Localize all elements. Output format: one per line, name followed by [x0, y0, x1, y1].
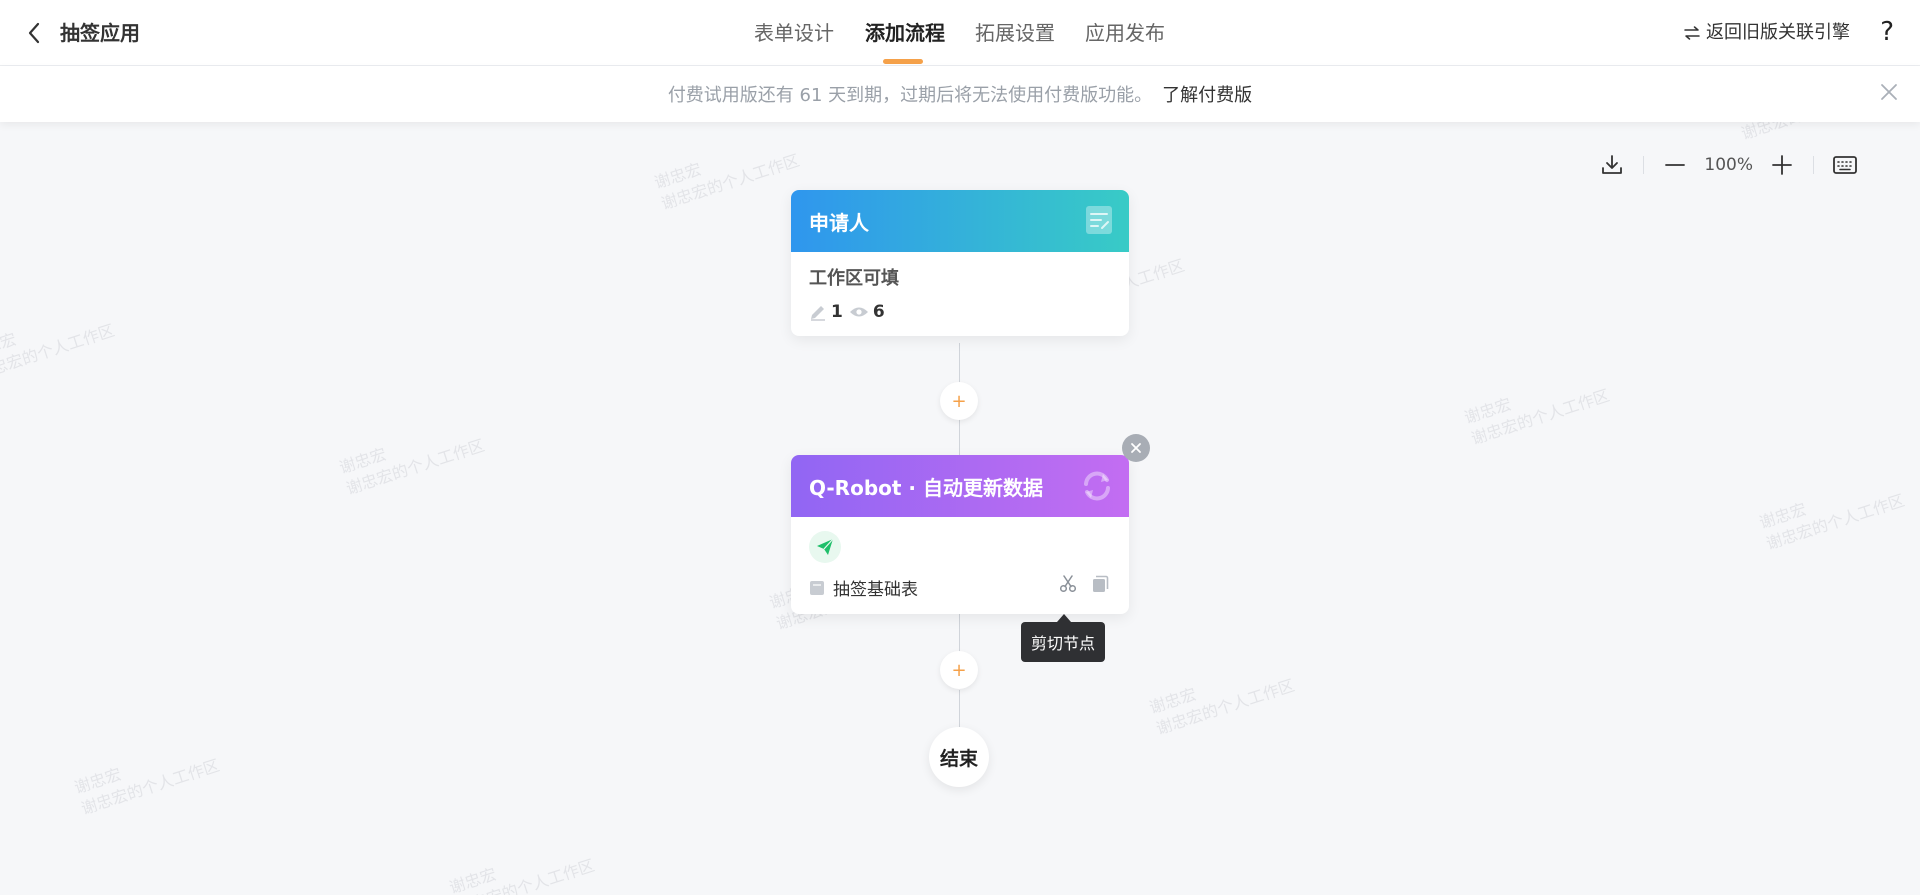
help-icon[interactable]: ?	[1880, 17, 1894, 47]
tab-extend-settings[interactable]: 拓展设置	[975, 20, 1055, 46]
tab-add-process[interactable]: 添加流程	[865, 20, 945, 46]
applicant-node-subtitle: 工作区可填	[809, 268, 899, 289]
plus-icon	[1772, 155, 1792, 175]
eye-icon	[849, 307, 868, 317]
active-tab-indicator	[883, 59, 923, 64]
paper-plane-icon	[809, 531, 841, 563]
refresh-icon	[1081, 470, 1113, 507]
add-node-button[interactable]: +	[940, 651, 978, 689]
keyboard-icon	[1833, 156, 1857, 174]
copy-node-button[interactable]	[1091, 575, 1109, 598]
swap-icon	[1684, 26, 1700, 40]
canvas-toolbar: 100%	[1597, 150, 1860, 180]
close-icon	[1881, 84, 1897, 100]
end-node: 结束	[929, 727, 989, 787]
zoom-out-button[interactable]	[1660, 150, 1690, 180]
flow-connector	[959, 690, 960, 727]
add-node-button[interactable]: +	[940, 382, 978, 420]
flow-connector	[959, 419, 960, 455]
watermark: 谢忠宏谢忠宏的个人工作区	[652, 150, 802, 214]
table-icon	[810, 580, 824, 595]
qrobot-node-body: 抽签基础表	[791, 517, 1129, 614]
download-button[interactable]	[1597, 150, 1627, 180]
zoom-in-button[interactable]	[1767, 150, 1797, 180]
tooltip-arrow	[1057, 614, 1071, 622]
toolbar-divider	[1813, 156, 1814, 174]
watermark: 谢忠宏谢忠宏的个人工作区	[1462, 385, 1612, 449]
watermark: 谢忠宏谢忠宏的个人工作区	[337, 435, 487, 499]
back-button[interactable]	[22, 20, 46, 46]
app-title: 抽签应用	[60, 21, 140, 45]
watermark: 谢忠宏谢忠宏的个人工作区	[1757, 490, 1907, 554]
keyboard-shortcuts-button[interactable]	[1830, 150, 1860, 180]
toolbar-divider	[1643, 156, 1645, 174]
pencil-icon	[811, 306, 825, 321]
applicant-node-body: 工作区可填 1 6	[791, 252, 1129, 336]
cut-node-tooltip: 剪切节点	[1021, 622, 1105, 662]
applicant-node[interactable]: 申请人 工作区可填 1 6	[791, 190, 1129, 336]
zoom-level: 100%	[1704, 155, 1753, 175]
watermark: 谢忠宏谢忠宏的个人工作区	[1147, 675, 1297, 739]
watermark: 谢忠宏谢忠宏的个人工作区	[447, 855, 597, 895]
top-header: 抽签应用 表单设计 添加流程 拓展设置 应用发布 返回旧版关联引擎 ?	[0, 0, 1920, 66]
target-table-name: 抽签基础表	[833, 580, 918, 600]
trial-banner: 付费试用版还有 61 天到期，过期后将无法使用付费版功能。 了解付费版	[0, 66, 1920, 122]
learn-paid-link[interactable]: 了解付费版	[1162, 81, 1252, 107]
tab-app-publish[interactable]: 应用发布	[1085, 20, 1165, 46]
visible-field-count: 6	[872, 302, 885, 322]
close-icon	[1131, 443, 1141, 453]
qrobot-node-title: Q-Robot · 自动更新数据	[809, 475, 1043, 500]
chevron-left-icon	[28, 22, 40, 44]
form-icon	[1085, 205, 1113, 240]
switch-engine-label: 返回旧版关联引擎	[1706, 22, 1850, 43]
applicant-node-header: 申请人	[791, 190, 1129, 252]
applicant-node-title: 申请人	[809, 210, 869, 235]
qrobot-node-header: Q-Robot · 自动更新数据	[791, 455, 1129, 517]
node-actions	[1059, 575, 1109, 598]
editable-field-count: 1	[831, 302, 843, 322]
field-permission-summary: 1 6	[809, 302, 1111, 322]
switch-engine-button[interactable]: 返回旧版关联引擎	[1684, 21, 1850, 45]
cut-node-button[interactable]	[1059, 575, 1077, 598]
watermark: 谢忠宏谢忠宏的个人工作区	[72, 755, 222, 819]
main-tabs: 表单设计 添加流程 拓展设置 应用发布	[0, 0, 1920, 66]
tab-form-design[interactable]: 表单设计	[754, 20, 834, 46]
scissors-icon	[1059, 575, 1077, 593]
target-table-row: 抽签基础表	[809, 575, 1111, 600]
download-icon	[1602, 155, 1623, 174]
qrobot-node[interactable]: Q-Robot · 自动更新数据 抽签基础表	[791, 455, 1129, 614]
trial-notice-text: 付费试用版还有 61 天到期，过期后将无法使用付费版功能。	[667, 85, 1153, 106]
copy-icon	[1093, 575, 1109, 592]
close-banner-button[interactable]	[1880, 80, 1898, 106]
delete-node-button[interactable]	[1122, 434, 1150, 462]
watermark: 谢忠宏谢忠宏的个人工作区	[0, 320, 117, 384]
minus-icon	[1665, 164, 1686, 166]
